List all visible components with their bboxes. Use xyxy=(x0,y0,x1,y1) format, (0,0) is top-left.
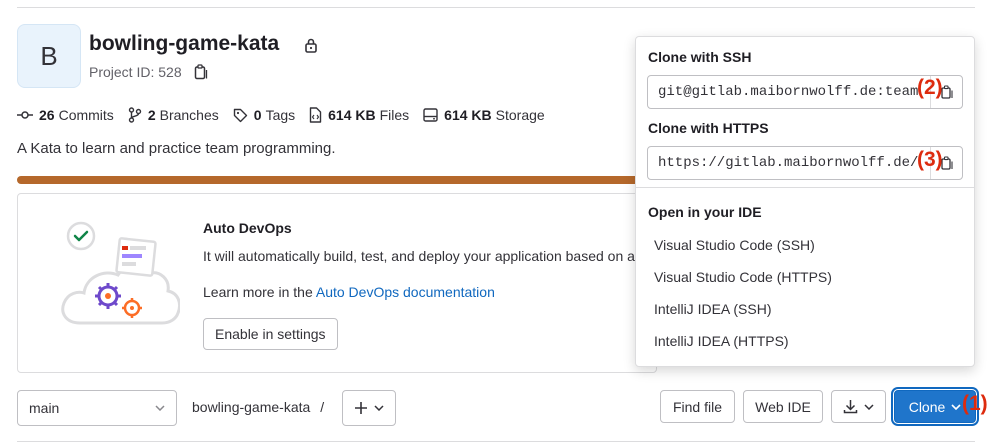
branch-name: main xyxy=(29,400,60,416)
chevron-down-icon xyxy=(864,403,874,410)
commits-label: Commits xyxy=(58,107,114,123)
add-to-tree-button[interactable] xyxy=(342,390,396,426)
commits-count: 26 xyxy=(39,107,55,123)
ide-item-intellij-https[interactable]: IntelliJ IDEA (HTTPS) xyxy=(654,333,789,349)
clone-https-field xyxy=(647,146,963,180)
branch-icon xyxy=(128,107,142,123)
branches-count: 2 xyxy=(147,107,156,123)
project-description: A Kata to learn and practice team progra… xyxy=(17,140,336,157)
storage-size: 614 KB xyxy=(444,107,492,123)
dropdown-divider xyxy=(636,187,974,188)
download-button[interactable] xyxy=(831,390,886,423)
tags-label: Tags xyxy=(265,107,296,123)
commit-icon xyxy=(17,111,33,119)
auto-devops-description: It will automatically build, test, and d… xyxy=(203,248,656,264)
chevron-down-icon xyxy=(951,403,961,410)
annotation-marker-2: (2) xyxy=(917,76,943,99)
auto-devops-docs-link[interactable]: Auto DevOps documentation xyxy=(316,284,495,300)
chevron-down-icon xyxy=(155,405,165,411)
files-size: 614 KB xyxy=(328,107,376,123)
clone-ssh-field xyxy=(647,75,963,109)
ide-item-intellij-ssh[interactable]: IntelliJ IDEA (SSH) xyxy=(654,301,771,317)
clone-ssh-heading: Clone with SSH xyxy=(648,49,752,65)
find-file-button[interactable]: Find file xyxy=(660,390,735,423)
ide-item-vscode-ssh[interactable]: Visual Studio Code (SSH) xyxy=(654,237,815,253)
web-ide-button[interactable]: Web IDE xyxy=(743,390,823,423)
ide-item-vscode-https[interactable]: Visual Studio Code (HTTPS) xyxy=(654,269,832,285)
breadcrumb: bowling-game-kata / xyxy=(192,399,324,415)
top-divider xyxy=(17,7,975,8)
breadcrumb-project[interactable]: bowling-game-kata xyxy=(192,399,310,415)
branch-selector[interactable]: main xyxy=(17,390,177,426)
auto-devops-learn-more: Learn more in the Auto DevOps documentat… xyxy=(203,284,495,300)
breadcrumb-separator: / xyxy=(320,399,325,415)
auto-devops-card: Auto DevOps It will automatically build,… xyxy=(17,193,657,373)
storage-label: Storage xyxy=(495,107,545,123)
project-avatar[interactable]: B xyxy=(17,24,81,88)
ssh-url-input[interactable] xyxy=(648,76,932,108)
storage-icon xyxy=(423,108,438,122)
open-in-ide-heading: Open in your IDE xyxy=(648,204,762,220)
project-id: Project ID: 528 xyxy=(89,64,182,80)
clone-https-heading: Clone with HTTPS xyxy=(648,120,769,136)
https-url-input[interactable] xyxy=(648,147,932,179)
tags-count: 0 xyxy=(253,107,262,123)
auto-devops-title: Auto DevOps xyxy=(203,220,292,236)
file-icon xyxy=(309,107,322,123)
auto-devops-illustration-icon xyxy=(61,221,180,325)
stat-files[interactable]: 614 KB Files xyxy=(309,107,409,123)
lock-icon xyxy=(304,37,318,56)
annotation-marker-3: (3) xyxy=(917,148,943,171)
tag-icon xyxy=(233,108,247,122)
annotation-marker-1: (1) xyxy=(962,392,988,415)
chevron-down-icon xyxy=(374,405,384,411)
stat-branches[interactable]: 2 Branches xyxy=(128,107,219,123)
branches-label: Branches xyxy=(159,107,219,123)
download-icon xyxy=(843,400,858,414)
learn-more-prefix: Learn more in the xyxy=(203,284,316,300)
project-title[interactable]: bowling-game-kata xyxy=(89,32,279,56)
enable-in-settings-button[interactable]: Enable in settings xyxy=(203,318,338,350)
copy-icon[interactable] xyxy=(194,64,208,83)
project-stats: 26 Commits 2 Branches 0 Tags 614 KB File… xyxy=(17,107,559,123)
stat-tags[interactable]: 0 Tags xyxy=(233,107,295,123)
stat-commits[interactable]: 26 Commits xyxy=(17,107,114,123)
stat-storage[interactable]: 614 KB Storage xyxy=(423,107,545,123)
clone-label: Clone xyxy=(908,398,946,415)
files-label: Files xyxy=(379,107,410,123)
plus-icon xyxy=(355,402,367,414)
language-bar[interactable] xyxy=(17,176,657,184)
